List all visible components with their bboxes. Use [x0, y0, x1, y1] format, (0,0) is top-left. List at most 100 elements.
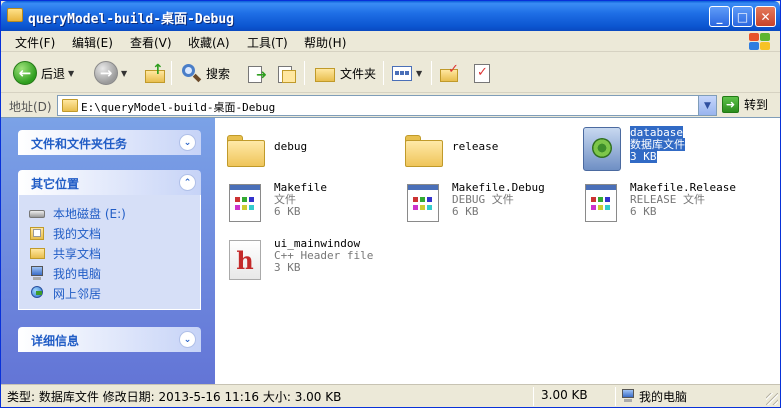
- chevron-down-icon[interactable]: ▼: [121, 69, 127, 78]
- chevron-down-icon[interactable]: ▼: [416, 69, 422, 78]
- back-label: 后退: [41, 66, 66, 81]
- file-item-database[interactable]: database 数据库文件 3 KB: [573, 123, 743, 171]
- views-button[interactable]: ▼: [391, 60, 422, 86]
- task-pane: 文件和文件夹任务 ⌄ 其它位置 ⌃ 本地磁盘 (E:) 我的文档 共享文档 我的…: [1, 118, 215, 384]
- status-divider: [533, 387, 534, 406]
- status-location: 我的电脑: [639, 390, 688, 404]
- place-network[interactable]: 网上邻居: [29, 283, 200, 303]
- chevron-down-icon[interactable]: ▼: [698, 96, 716, 115]
- title-bar[interactable]: queryModel-build-桌面-Debug _ □ ✕: [1, 1, 780, 31]
- file-name: release: [452, 140, 499, 153]
- address-label: 地址(D): [9, 100, 52, 114]
- menu-edit[interactable]: 编辑(E): [72, 34, 113, 51]
- toolbar: ← 后退 ▼ → ▼ ↑ 搜索 ➜ 文件夹 ▼ ✓ ✓: [1, 53, 780, 93]
- file-item-text: database 数据库文件 3 KB: [630, 126, 685, 163]
- file-name: debug: [274, 140, 308, 153]
- minimize-button[interactable]: _: [709, 6, 730, 27]
- maximize-button[interactable]: □: [732, 6, 753, 27]
- status-info: 类型: 数据库文件 修改日期: 2013-5-16 11:16 大小: 3.00…: [7, 390, 342, 404]
- expand-chevron-icon[interactable]: ⌄: [179, 331, 196, 348]
- header-file-icon: h: [225, 238, 265, 280]
- up-folder-button[interactable]: ↑: [144, 60, 166, 86]
- views-icon: [391, 62, 413, 84]
- document-icon: [403, 182, 443, 224]
- menu-help[interactable]: 帮助(H): [304, 34, 346, 51]
- file-item-debug[interactable]: debug: [217, 123, 387, 171]
- database-icon: [581, 127, 621, 171]
- move-to-folder-icon: ➜: [246, 62, 268, 84]
- other-places-panel: 其它位置 ⌃ 本地磁盘 (E:) 我的文档 共享文档 我的电脑 网上邻居: [18, 170, 201, 310]
- file-item-text: debug: [274, 141, 307, 153]
- place-label: 我的电脑: [53, 266, 102, 281]
- back-arrow-icon: ←: [13, 61, 37, 85]
- disk-icon: [29, 206, 45, 220]
- folder-icon: [62, 99, 78, 112]
- place-local-disk[interactable]: 本地磁盘 (E:): [29, 203, 200, 223]
- address-value[interactable]: E:\queryModel-build-桌面-Debug: [81, 99, 275, 115]
- file-item-text: release: [452, 141, 498, 153]
- file-item-text: Makefile.Release RELEASE 文件 6 KB: [630, 182, 736, 218]
- file-item-release[interactable]: release: [395, 123, 565, 171]
- menu-view[interactable]: 查看(V): [130, 34, 172, 51]
- document-icon: [581, 182, 621, 224]
- other-places-header[interactable]: 其它位置 ⌃: [18, 170, 201, 195]
- chevron-down-icon[interactable]: ▼: [68, 69, 74, 78]
- address-bar: 地址(D) E:\queryModel-build-桌面-Debug ▼ ➜ 转…: [1, 94, 780, 117]
- search-icon: [180, 62, 202, 84]
- copy-to-button[interactable]: [276, 60, 298, 86]
- other-places-title: 其它位置: [31, 177, 80, 191]
- go-label: 转到: [744, 98, 769, 112]
- folder-icon: [7, 8, 23, 22]
- document-icon: [225, 182, 265, 224]
- windows-logo-icon: [747, 32, 773, 51]
- search-button[interactable]: 搜索: [180, 60, 230, 86]
- place-label: 我的文档: [53, 226, 102, 241]
- folder-icon: [403, 127, 443, 169]
- collapse-chevron-icon[interactable]: ⌃: [179, 174, 196, 191]
- menu-tools[interactable]: 工具(T): [247, 34, 288, 51]
- menu-file[interactable]: 文件(F): [15, 34, 55, 51]
- details-panel: 详细信息 ⌄: [18, 327, 201, 352]
- place-my-computer[interactable]: 我的电脑: [29, 263, 200, 283]
- file-tasks-title: 文件和文件夹任务: [31, 137, 128, 151]
- checklist-icon: ✓: [471, 62, 493, 84]
- computer-icon: [29, 266, 45, 280]
- folder-sync-button[interactable]: ✓: [439, 60, 461, 86]
- file-item-ui-mainwindow[interactable]: h ui_mainwindow C++ Header file 3 KB: [217, 234, 387, 282]
- file-tasks-header[interactable]: 文件和文件夹任务 ⌄: [18, 130, 201, 155]
- file-size: 3 KB: [630, 150, 657, 163]
- close-button[interactable]: ✕: [755, 6, 776, 27]
- details-header[interactable]: 详细信息 ⌄: [18, 327, 201, 352]
- go-arrow-icon: ➜: [722, 96, 739, 113]
- explorer-window: queryModel-build-桌面-Debug _ □ ✕ 文件(F) 编辑…: [0, 0, 781, 408]
- place-label: 网上邻居: [53, 286, 102, 301]
- toolbar-separator: [431, 61, 432, 85]
- back-button[interactable]: ← 后退 ▼: [13, 60, 74, 86]
- resize-grip[interactable]: [766, 393, 778, 405]
- file-item-makefile-debug[interactable]: Makefile.Debug DEBUG 文件 6 KB: [395, 178, 565, 226]
- forward-arrow-icon: →: [94, 61, 118, 85]
- go-button[interactable]: ➜ 转到: [722, 96, 768, 113]
- file-item-makefile[interactable]: Makefile 文件 6 KB: [217, 178, 387, 226]
- place-my-documents[interactable]: 我的文档: [29, 223, 200, 243]
- expand-chevron-icon[interactable]: ⌄: [179, 134, 196, 151]
- search-label: 搜索: [206, 66, 231, 81]
- status-size: 3.00 KB: [541, 388, 588, 402]
- checklist-button[interactable]: ✓: [471, 60, 493, 86]
- up-folder-icon: ↑: [144, 62, 166, 84]
- menu-favorites[interactable]: 收藏(A): [188, 34, 230, 51]
- file-list: debug release database 数据库文件 3 KB Makefi…: [215, 118, 780, 384]
- toolbar-separator: [304, 61, 305, 85]
- file-item-text: Makefile.Debug DEBUG 文件 6 KB: [452, 182, 545, 218]
- move-to-button[interactable]: ➜: [246, 60, 268, 86]
- address-input[interactable]: E:\queryModel-build-桌面-Debug ▼: [57, 95, 717, 116]
- file-item-text: ui_mainwindow C++ Header file 3 KB: [274, 238, 373, 274]
- file-item-makefile-release[interactable]: Makefile.Release RELEASE 文件 6 KB: [573, 178, 743, 226]
- menu-bar: 文件(F) 编辑(E) 查看(V) 收藏(A) 工具(T) 帮助(H): [1, 31, 780, 52]
- file-size: 6 KB: [630, 205, 657, 218]
- folders-button[interactable]: 文件夹: [314, 60, 376, 86]
- place-label: 共享文档: [53, 246, 102, 261]
- file-item-text: Makefile 文件 6 KB: [274, 182, 327, 218]
- forward-button[interactable]: → ▼: [94, 60, 127, 86]
- place-shared-documents[interactable]: 共享文档: [29, 243, 200, 263]
